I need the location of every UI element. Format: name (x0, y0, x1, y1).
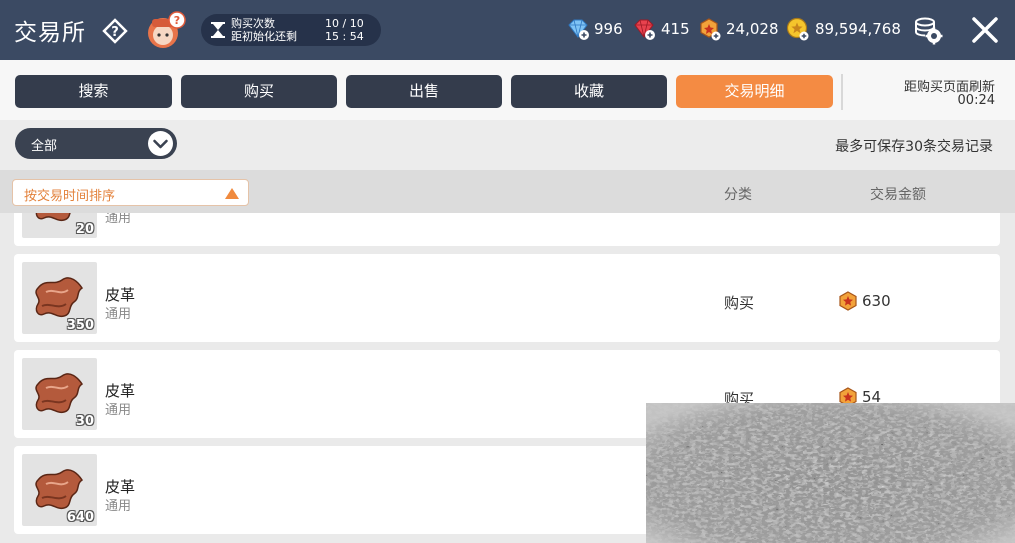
item-quantity: 30 (75, 414, 94, 429)
item-thumbnail: 350 (22, 262, 97, 334)
refresh-timer: 00:24 (957, 93, 995, 108)
svg-text:?: ? (174, 14, 180, 27)
item-name: 皮革 (105, 382, 136, 400)
tab-search[interactable]: 搜索 (15, 75, 172, 108)
tab-bar: 搜索 购买 出售 收藏 交易明细 距购买页面刷新 00:24 (0, 60, 1015, 120)
reset-timer-label: 距初始化还剩 (231, 30, 297, 43)
page-title: 交易所 (14, 20, 86, 46)
svg-text:?: ? (111, 25, 119, 40)
item-name: 皮革 (105, 478, 136, 496)
help-icon[interactable]: ? (101, 17, 129, 45)
item-amount: 630 (862, 292, 891, 310)
tab-buy[interactable]: 购买 (181, 75, 337, 108)
gold-coin-icon (786, 17, 809, 41)
item-subtype: 通用 (105, 403, 132, 418)
tab-divider (841, 74, 843, 110)
red-gem-icon (634, 19, 655, 40)
item-quantity: 20 (75, 222, 94, 237)
item-subtype: 通用 (105, 499, 132, 514)
category-filter-dropdown[interactable]: 全部 (15, 128, 177, 159)
reset-timer-value: 15 : 54 (325, 30, 364, 43)
tab-favorites[interactable]: 收藏 (511, 75, 667, 108)
item-thumbnail: 20 (22, 213, 97, 238)
item-subtype: 通用 (105, 213, 132, 226)
blue-diamond-value: 996 (594, 20, 623, 38)
currency-red-gem[interactable]: 415 (632, 17, 692, 43)
triangle-up-icon (225, 188, 239, 199)
currency-blue-diamond[interactable]: 996 (566, 17, 626, 43)
item-thumbnail: 30 (22, 358, 97, 430)
hourglass-icon (211, 22, 225, 38)
purchase-count-label: 购买次数 (231, 17, 275, 30)
orange-coin-icon (839, 291, 857, 311)
item-quantity: 350 (66, 318, 94, 333)
currency-orange-coin[interactable]: 24,028 (697, 17, 779, 43)
purchase-count-value: 10 / 10 (325, 17, 364, 30)
top-bar: 交易所 ? ? 购买次数 距初始化还剩 10 / 10 15 : 54 996 (0, 0, 1015, 60)
obscured-noise-overlay (646, 403, 1015, 543)
category-filter-value: 全部 (31, 139, 58, 154)
item-quantity: 640 (66, 510, 94, 525)
red-gem-value: 415 (661, 20, 690, 38)
coin-settings-icon[interactable] (910, 12, 946, 48)
purchase-count-box: 购买次数 距初始化还剩 10 / 10 15 : 54 (201, 14, 381, 46)
item-name: 皮革 (105, 286, 136, 304)
filter-row: 全部 最多可保存30条交易记录 (0, 120, 1015, 170)
table-row[interactable]: 20 通用 (14, 213, 1000, 246)
item-subtype: 通用 (105, 307, 132, 322)
orange-coin-value: 24,028 (726, 20, 779, 38)
close-icon[interactable] (968, 13, 1002, 47)
currency-gold-coin[interactable]: 89,594,768 (785, 17, 901, 43)
item-thumbnail: 640 (22, 454, 97, 526)
item-category: 购买 (724, 294, 755, 312)
table-header: 按交易时间排序 分类 交易金额 (0, 170, 1015, 213)
sort-label: 按交易时间排序 (24, 189, 116, 204)
orange-coin-icon (700, 18, 721, 41)
avatar[interactable]: ? (143, 11, 187, 51)
chevron-down-icon (148, 131, 173, 156)
column-amount: 交易金额 (870, 187, 926, 203)
sort-dropdown[interactable]: 按交易时间排序 (12, 179, 249, 206)
blue-diamond-icon (568, 19, 589, 40)
table-row[interactable]: 350 皮革 通用 购买 630 (14, 254, 1000, 342)
tab-transaction-details[interactable]: 交易明细 (676, 75, 833, 108)
gold-coin-value: 89,594,768 (815, 20, 901, 38)
max-records-note: 最多可保存30条交易记录 (835, 139, 993, 155)
column-category: 分类 (724, 187, 752, 203)
tab-sell[interactable]: 出售 (346, 75, 502, 108)
